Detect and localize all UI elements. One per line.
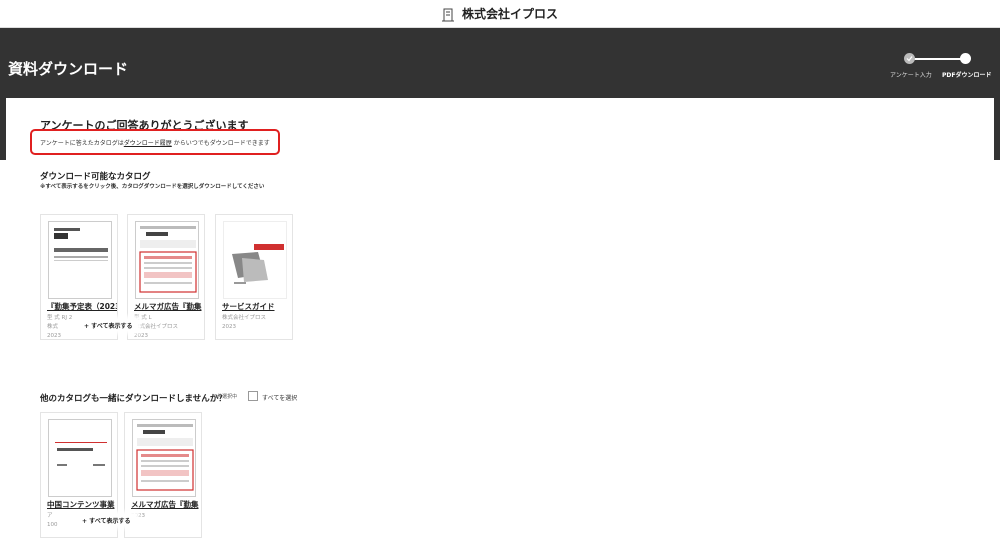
note-prefix: アンケートに答えたカタログは (40, 140, 124, 147)
downloadable-section-subtitle: ※すべて表示するをクリック後、カタログダウンロードを選択しダウンロードしてくださ… (40, 184, 265, 190)
catalog-meta-line: 型 式 L (134, 315, 152, 321)
download-history-note: アンケートに答えたカタログはダウンロード履歴 からいつでもダウンロードできます (40, 138, 270, 147)
catalog-title[interactable]: メルマガ広告『勤集 (134, 301, 204, 312)
catalog-meta-line: 2023 (131, 513, 145, 519)
download-history-link[interactable]: ダウンロード履歴 (124, 140, 172, 147)
catalog-title[interactable]: 中国コンテンツ事業 (47, 499, 117, 510)
select-all-checkbox[interactable] (248, 391, 258, 401)
catalog-meta-line: 株式会社イプロス (222, 315, 267, 321)
catalog-meta: 2023 (131, 512, 201, 521)
catalog-title[interactable]: 『勤集予定表（2023 (47, 301, 117, 312)
show-all-button[interactable]: + すべて表示する (78, 319, 139, 331)
catalog-meta: 型 式 L 株式会社イプロス 2023 (134, 314, 204, 341)
step-label-survey: アンケート入力 (890, 72, 932, 79)
catalog-meta: 株式会社イプロス 2023 (222, 314, 292, 332)
building-icon (441, 7, 454, 21)
catalog-meta-line: 2023 (47, 333, 61, 339)
catalog-thumbnail (223, 221, 287, 299)
top-bar: 株式会社イプロス (0, 0, 1000, 28)
catalog-title[interactable]: サービスガイド (222, 301, 292, 312)
catalog-thumbnail (135, 221, 199, 299)
catalog-thumbnail (48, 419, 112, 497)
catalog-thumbnail (132, 419, 196, 497)
catalog-meta-line: 株式会社イプロス (134, 324, 179, 330)
page-title: 資料ダウンロード (8, 60, 129, 78)
brand-name[interactable]: 株式会社イプロス (462, 5, 558, 22)
note-suffix: からいつでもダウンロードできます (173, 140, 270, 147)
catalog-meta-line: 2023 (134, 333, 148, 339)
catalog-thumbnail (48, 221, 112, 299)
catalog-card[interactable]: メルマガ広告『勤集 型 式 L 株式会社イプロス 2023 (127, 214, 205, 340)
step-connector (909, 58, 965, 60)
catalog-meta-line: 2023 (222, 324, 236, 330)
step-done-check-icon (904, 53, 915, 64)
select-all-label[interactable]: すべてを選択 (262, 393, 297, 402)
catalog-title[interactable]: メルマガ広告『勤集 (131, 499, 201, 510)
progress-steps: アンケート入力 PDFダウンロード (886, 50, 996, 90)
other-catalogs-title: 他のカタログも一緒にダウンロードしませんか？ (40, 394, 227, 404)
selected-count: 0件選択中 (214, 394, 238, 400)
step-label-pdf-download: PDFダウンロード (942, 72, 992, 79)
catalog-card[interactable]: サービスガイド 株式会社イプロス 2023 (215, 214, 293, 340)
downloadable-section-title: ダウンロード可能なカタログ (40, 172, 151, 182)
step-current-dot (960, 53, 971, 64)
show-all-button[interactable]: + すべて表示する (76, 514, 137, 526)
